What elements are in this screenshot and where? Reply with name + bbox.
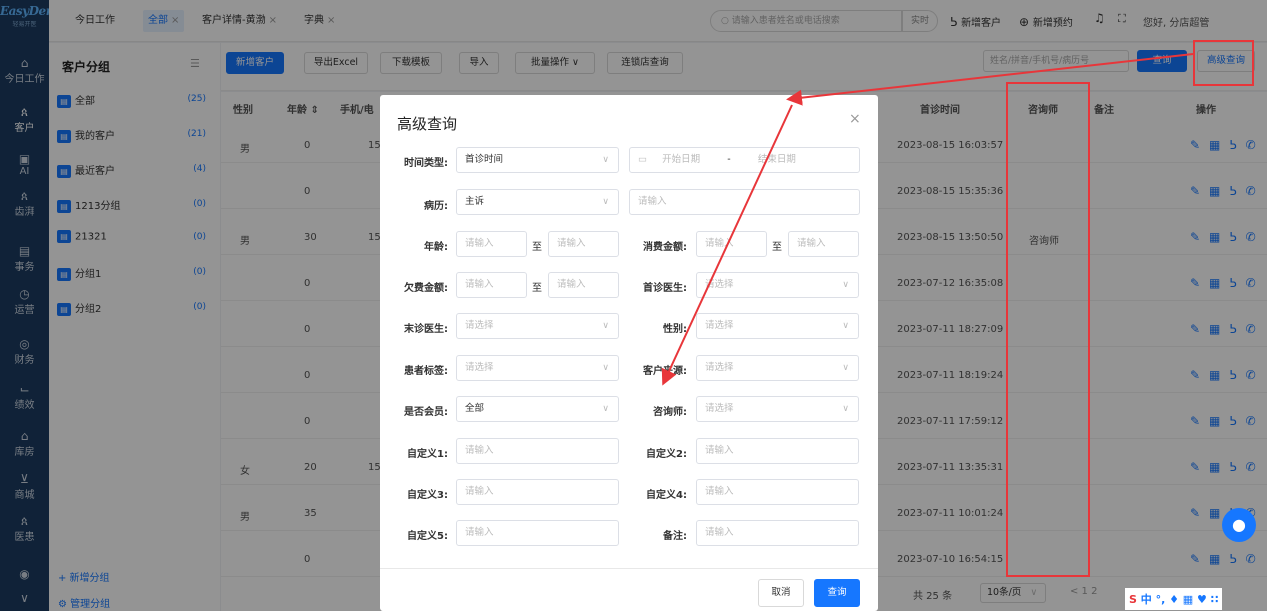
counselor-label: 咨询师: xyxy=(653,407,687,418)
time-type-select[interactable]: 首诊时间 ∨ xyxy=(456,147,619,173)
member-select[interactable]: 全部 ∨ xyxy=(456,396,619,422)
cancel-button[interactable]: 取消 xyxy=(758,579,804,607)
first_doc-label: 首诊医生: xyxy=(643,283,687,294)
debt-min-input[interactable]: 请输入 xyxy=(456,272,527,298)
chevron-down-icon: ∨ xyxy=(842,363,849,373)
range-separator: 至 xyxy=(532,242,542,253)
record-select[interactable]: 主诉 ∨ xyxy=(456,189,619,215)
record-input[interactable]: 请输入 xyxy=(629,189,860,215)
remark-label: 备注: xyxy=(663,531,687,542)
dialog-footer-divider xyxy=(380,568,878,569)
chevron-down-icon: ∨ xyxy=(842,321,849,331)
c3-label: 自定义3: xyxy=(407,490,448,501)
spend-min-input[interactable]: 请输入 xyxy=(696,231,767,257)
first_doc-select[interactable]: 请选择 ∨ xyxy=(696,272,859,298)
c4-label: 自定义4: xyxy=(646,490,687,501)
spend-max-input[interactable]: 请输入 xyxy=(788,231,859,257)
last_doc-label: 末诊医生: xyxy=(404,324,448,335)
annotation-box xyxy=(1006,82,1090,577)
c1-input[interactable]: 请输入 xyxy=(456,438,619,464)
sogou-icon: S xyxy=(1129,593,1137,606)
member-label: 是否会员: xyxy=(404,407,448,418)
dialog-query-button[interactable]: 查询 xyxy=(814,579,860,607)
dialog-title: 高级查询 xyxy=(397,115,458,133)
tag-select[interactable]: 请选择 ∨ xyxy=(456,355,619,381)
c1-label: 自定义1: xyxy=(407,449,448,460)
source-label: 客户来源: xyxy=(643,366,687,377)
chevron-down-icon: ∨ xyxy=(602,404,609,414)
close-icon[interactable]: × xyxy=(849,111,861,127)
source-select[interactable]: 请选择 ∨ xyxy=(696,355,859,381)
debt-label: 欠费金额: xyxy=(404,283,448,294)
c5-label: 自定义5: xyxy=(407,531,448,542)
counselor-select[interactable]: 请选择 ∨ xyxy=(696,396,859,422)
remark-input[interactable]: 请输入 xyxy=(696,520,859,546)
advanced-query-dialog: 高级查询 × 时间类型: 首诊时间 ∨ ▭ 开始日期 - 结束日期 病历: 主诉 ∨… xyxy=(380,95,878,611)
record-label: 病历: xyxy=(424,201,448,212)
chevron-down-icon: ∨ xyxy=(602,321,609,331)
chevron-down-icon: ∨ xyxy=(842,280,849,290)
c5-input[interactable]: 请输入 xyxy=(456,520,619,546)
c2-label: 自定义2: xyxy=(646,449,687,460)
chevron-down-icon: ∨ xyxy=(842,404,849,414)
gender-label: 性别: xyxy=(663,324,687,335)
c2-input[interactable]: 请输入 xyxy=(696,438,859,464)
age-max-input[interactable]: 请输入 xyxy=(548,231,619,257)
age-label: 年龄: xyxy=(424,242,448,253)
c3-input[interactable]: 请输入 xyxy=(456,479,619,505)
assistant-avatar-button[interactable]: ● xyxy=(1222,508,1256,542)
tag-label: 患者标签: xyxy=(404,366,448,377)
calendar-icon: ▭ xyxy=(638,154,647,165)
chevron-down-icon: ∨ xyxy=(602,363,609,373)
ime-toolbar[interactable]: S 中 °, ♦ ▦ ♥ ∷ xyxy=(1125,588,1223,610)
time-type-label: 时间类型: xyxy=(404,158,448,169)
gender-select[interactable]: 请选择 ∨ xyxy=(696,313,859,339)
chevron-down-icon: ∨ xyxy=(602,155,609,165)
spend-label: 消费金额: xyxy=(643,242,687,253)
chevron-down-icon: ∨ xyxy=(602,197,609,207)
last_doc-select[interactable]: 请选择 ∨ xyxy=(456,313,619,339)
date-range-picker[interactable]: ▭ 开始日期 - 结束日期 xyxy=(629,147,860,173)
range-separator: 至 xyxy=(772,242,782,253)
annotation-box xyxy=(1193,40,1254,86)
debt-max-input[interactable]: 请输入 xyxy=(548,272,619,298)
c4-input[interactable]: 请输入 xyxy=(696,479,859,505)
age-min-input[interactable]: 请输入 xyxy=(456,231,527,257)
range-separator: 至 xyxy=(532,283,542,294)
